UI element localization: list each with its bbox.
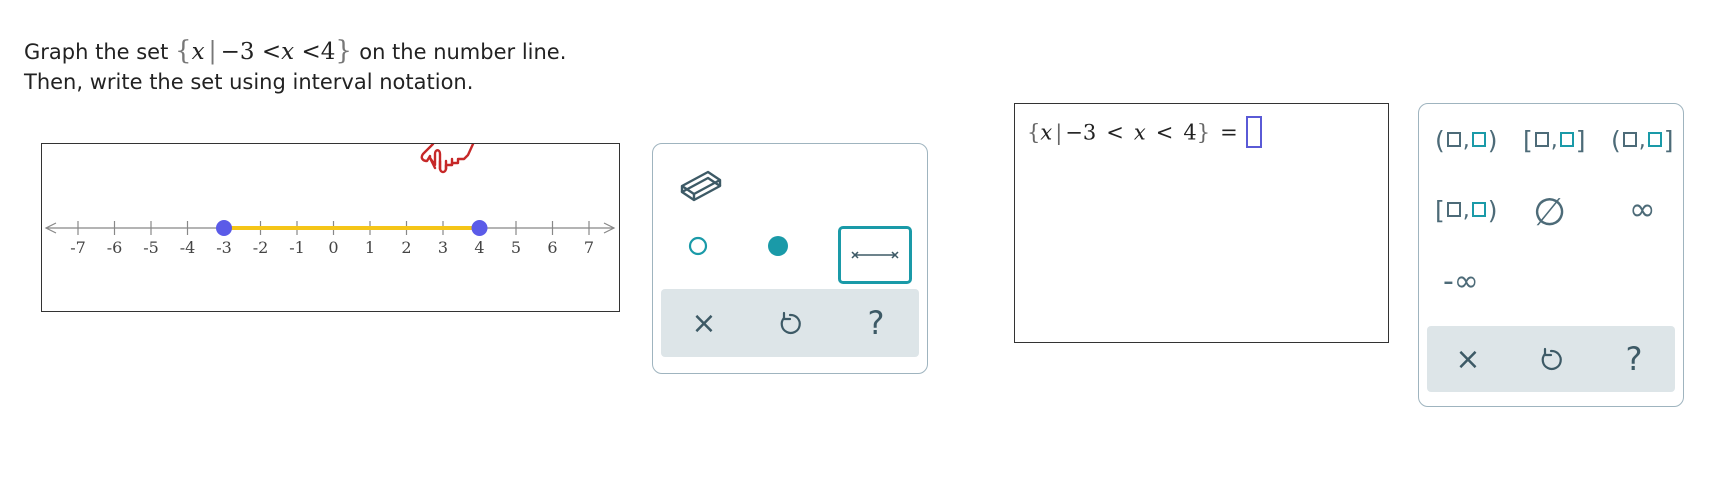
- tick-label: 5: [511, 238, 521, 257]
- open-open-interval-key[interactable]: (,): [1435, 126, 1498, 155]
- answer-variable-2: x: [1133, 120, 1146, 145]
- clear-all-button[interactable]: ×: [661, 289, 747, 357]
- number-line-canvas[interactable]: -7 -6 -5 -4 -3 -2 -1 0 1 2 3 4 5 6 7: [42, 144, 619, 311]
- prompt-line-1: Graph the set {x | −3 <x <4} on the number…: [24, 36, 566, 67]
- open-point-tool[interactable]: [681, 229, 715, 263]
- tick-label: 1: [365, 238, 375, 257]
- less-than-1: <: [261, 39, 282, 65]
- tick-label: -3: [216, 238, 232, 257]
- help-button[interactable]: ?: [833, 289, 919, 357]
- closed-circle-icon: [768, 236, 788, 256]
- answer-lower-bound: −3: [1065, 120, 1097, 145]
- left-brace: {: [175, 36, 192, 66]
- tick-label: -7: [70, 238, 86, 257]
- keypad-help-button[interactable]: ?: [1593, 326, 1675, 392]
- right-brace: }: [335, 36, 352, 66]
- answer-less-than-2: <: [1155, 120, 1174, 145]
- empty-set-key[interactable]: ∅: [1533, 190, 1566, 234]
- closed-point-tool[interactable]: [761, 229, 795, 263]
- answer-bar: |: [1055, 120, 1063, 145]
- interval-keypad: (,) [,] (,] [,) ∅ ∞ -∞ × ?: [1418, 103, 1684, 407]
- tick-label: 7: [584, 238, 594, 257]
- prompt-prefix: Graph the set: [24, 40, 169, 64]
- open-circle-icon: [688, 236, 708, 256]
- prompt-suffix: on the number line.: [359, 40, 567, 64]
- answer-upper-bound: 4: [1183, 120, 1197, 145]
- closed-open-interval-key[interactable]: [,): [1435, 196, 1498, 225]
- graph-action-bar: × ?: [661, 289, 919, 357]
- undo-icon: [780, 311, 801, 335]
- eraser-tool[interactable]: [675, 164, 727, 204]
- infinity-key[interactable]: ∞: [1629, 190, 1656, 228]
- tick-label: 0: [328, 238, 338, 257]
- tick-label: 3: [438, 238, 448, 257]
- negative-infinity-key[interactable]: -∞: [1443, 264, 1479, 299]
- answer-input-area[interactable]: {x | −3 < x <4} =: [1014, 103, 1389, 343]
- answer-less-than-1: <: [1106, 120, 1124, 145]
- keypad-action-bar: × ?: [1427, 326, 1675, 392]
- such-that-bar: |: [208, 37, 217, 65]
- prompt-line-2: Then, write the set using interval notat…: [24, 70, 474, 94]
- eraser-icon: [680, 170, 722, 202]
- undo-button[interactable]: [747, 289, 833, 357]
- keypad-clear-button[interactable]: ×: [1427, 326, 1509, 392]
- tick-label: -6: [107, 238, 123, 257]
- upper-bound: 4: [320, 39, 336, 65]
- question-prompt: Graph the set {x | −3 <x <4} on the number…: [24, 36, 566, 97]
- tick-label: 2: [401, 238, 411, 257]
- answer-equals: =: [1220, 120, 1238, 145]
- closed-closed-interval-key[interactable]: [,]: [1523, 126, 1586, 155]
- number-line-graph[interactable]: -7 -6 -5 -4 -3 -2 -1 0 1 2 3 4 5 6 7: [41, 143, 620, 312]
- answer-left-brace: {: [1027, 120, 1041, 145]
- tick-label: -2: [253, 238, 269, 257]
- lower-bound: −3: [220, 39, 255, 65]
- set-variable: x: [191, 39, 205, 65]
- segment-tool[interactable]: [838, 226, 912, 284]
- hand-cursor-icon: [420, 144, 475, 174]
- answer-expression: {x | −3 < x <4} =: [1027, 116, 1262, 150]
- endpoint-left[interactable]: [216, 220, 232, 236]
- keypad-undo-button[interactable]: [1509, 326, 1593, 392]
- answer-input-slot[interactable]: [1245, 116, 1262, 148]
- undo-icon: [1541, 347, 1562, 371]
- set-variable-2: x: [281, 39, 295, 65]
- answer-variable: x: [1040, 120, 1053, 145]
- tick-label: 4: [474, 238, 484, 257]
- set-builder-expression: {x | −3 <x <4}: [175, 36, 359, 66]
- less-than-2: <: [301, 39, 321, 65]
- tick-label: -5: [143, 238, 159, 257]
- open-closed-interval-key[interactable]: (,]: [1611, 126, 1674, 155]
- graph-tool-palette: × ?: [652, 143, 928, 374]
- answer-right-brace: }: [1196, 120, 1211, 145]
- segment-icon: [851, 251, 899, 259]
- tick-label: 6: [547, 238, 557, 257]
- tick-label: -1: [289, 238, 305, 257]
- tick-label: -4: [180, 238, 196, 257]
- endpoint-right[interactable]: [471, 220, 488, 236]
